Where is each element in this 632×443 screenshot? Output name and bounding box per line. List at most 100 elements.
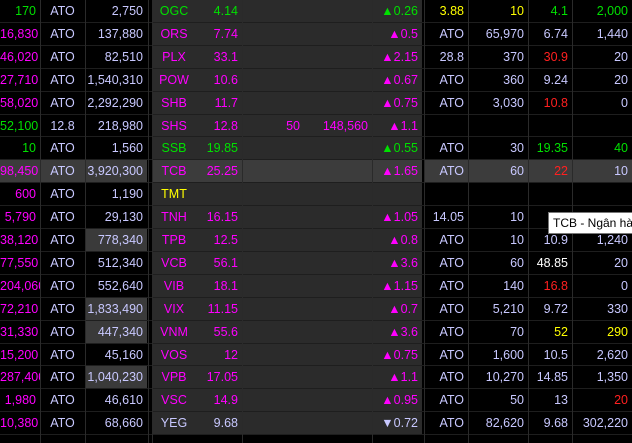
high-price-cell: 6.74: [543, 26, 568, 41]
table-row[interactable]: 77,550 ATO 512,340 VCB 56.1 ▲3.6 ATO 60 48.85 20: [0, 251, 632, 274]
price-cell: 19.85: [196, 137, 242, 160]
bid-volume-cell: 148,560: [304, 114, 372, 137]
symbol-cell[interactable]: VCB: [152, 251, 196, 274]
ask-price-cell: [424, 183, 468, 205]
symbol-cell[interactable]: VPB: [152, 366, 196, 389]
table-row[interactable]: 287,400 ATO 1,040,230VPB17.05 ▲1.1 ATO 10,270…: [0, 366, 632, 389]
prev-volume-cell: 77,550: [0, 255, 39, 270]
change-cell: ▲0.5: [372, 22, 422, 45]
total-volume-cell: 29,130: [104, 210, 143, 225]
symbol-cell[interactable]: TCB: [152, 160, 196, 183]
last-volume-cell: 20: [614, 49, 628, 64]
bid-price-cell: [242, 22, 304, 45]
last-volume-cell: 10: [572, 160, 632, 183]
last-volume-cell: [572, 183, 632, 205]
bid-volume-cell: [304, 160, 372, 183]
table-row[interactable]: 10 ATO 1,560 SSB 19.85 ▲0.55 ATO 30 19.35 40: [0, 137, 632, 160]
ask-volume-cell: 140: [503, 278, 524, 293]
change-cell: [372, 183, 422, 206]
ask-price-cell: ATO: [439, 347, 464, 362]
symbol-cell[interactable]: OGC: [152, 0, 196, 22]
bid-volume-cell: [304, 45, 372, 68]
total-volume-cell: 1,560: [111, 141, 143, 156]
table-row[interactable]: 1,980 ATO 46,610 VSC 14.9 ▲0.95 ATO 50 13 20: [0, 389, 632, 412]
change-cell: ▲1.65: [372, 160, 422, 183]
table-row[interactable]: 170 ATO 2,750 OGC 4.14 ▲0.26 3.88 10 4.1 2,000: [0, 0, 632, 22]
symbol-cell[interactable]: SSB: [152, 137, 196, 160]
symbol-cell[interactable]: VIB: [152, 274, 196, 297]
bid-price-cell: [242, 412, 304, 435]
table-row[interactable]: 10,380 ATO 68,660 YEG 9.68 ▼0.72 ATO 82,620 9.68…: [0, 412, 632, 435]
change-cell: ▲1.05: [372, 206, 422, 229]
bid-volume-cell: [304, 68, 372, 91]
change-cell: ▲3.6: [372, 320, 422, 343]
last-volume-cell: 20: [614, 72, 628, 87]
ask-price-cell: ATO: [439, 393, 464, 408]
total-volume-cell: 2,750: [111, 4, 143, 18]
bid-volume-cell: [304, 412, 372, 435]
total-volume-cell: 3,920,300: [85, 160, 147, 183]
total-volume-cell: 1,190: [111, 187, 143, 202]
last-volume-cell: 0: [621, 95, 628, 110]
symbol-cell[interactable]: TPB: [152, 229, 196, 251]
symbol-cell[interactable]: POW: [152, 68, 196, 91]
symbol-cell[interactable]: VOS: [152, 343, 196, 366]
table-row[interactable]: 5,790ATO29,130TNH16.15▲1.0514.05101: [0, 206, 632, 229]
ask-price-cell: ATO: [439, 324, 464, 339]
bid-price-cell: [242, 320, 304, 343]
bid-price-cell: [242, 251, 304, 274]
symbol-cell[interactable]: YEG: [152, 412, 196, 435]
symbol-cell[interactable]: TNH: [152, 206, 196, 229]
table-row[interactable]: 46,020 ATO 82,510 PLX 33.1 ▲2.15 28.8 370 30.9 20: [0, 45, 632, 68]
price-cell: 4.14: [196, 0, 242, 22]
symbol-cell[interactable]: SHS: [152, 114, 196, 137]
price-cell: 17.05: [196, 366, 242, 389]
prev-volume-cell: 170: [15, 4, 36, 18]
symbol-cell[interactable]: ORS: [152, 22, 196, 45]
symbol-cell[interactable]: SHB: [152, 91, 196, 114]
symbol-cell[interactable]: PLX: [152, 45, 196, 68]
total-volume-cell: 512,340: [97, 255, 143, 270]
prev-match-cell: ATO: [50, 26, 75, 41]
table-row[interactable]: 58,020 ATO 2,292,290 SHB 11.7 ▲0.75 ATO 3,030 10…: [0, 91, 632, 114]
change-cell: ▲0.75: [372, 343, 422, 366]
prev-volume-cell: 287,400: [0, 370, 40, 385]
table-row[interactable]: 27,710 ATO 1,540,310 POW 10.6 ▲0.67 ATO 360 9.24…: [0, 68, 632, 91]
table-row[interactable]: 15,200 ATO 45,160 VOS 12 ▲0.75 ATO 1,600 10.5 2,6…: [0, 343, 632, 366]
ask-volume-cell: 50: [510, 393, 524, 408]
table-row[interactable]: 600 ATO 1,190 TMT: [0, 183, 632, 206]
table-row[interactable]: 52,100 12.8 218,980 SHS 12.8 50 148,560 ▲1.1: [0, 114, 632, 137]
high-price-cell: 10.8: [543, 95, 568, 110]
table-row[interactable]: 204,060 ATO 552,640 VIB18.1 ▲1.15 ATO 140 16.8 0: [0, 274, 632, 297]
bid-volume-cell: [304, 0, 372, 22]
bid-volume-cell: [304, 274, 372, 297]
symbol-cell[interactable]: VNM: [152, 320, 196, 343]
symbol-cell[interactable]: TMT: [152, 183, 196, 206]
ask-price-cell: ATO: [439, 141, 464, 156]
change-cell: ▲0.95: [372, 389, 422, 412]
total-volume-cell: 45,160: [104, 347, 143, 362]
total-volume-cell: 1,040,230: [85, 366, 147, 389]
ask-volume-cell: 60: [468, 160, 528, 183]
symbol-cell[interactable]: VIX: [152, 297, 196, 320]
prev-match-cell: ATO: [50, 187, 75, 202]
prev-volume-cell: 27,710: [0, 72, 39, 87]
table-row[interactable]: 72,210 ATO 1,833,490 VIX 11.15 ▲0.7 ATO 5,210 9.…: [0, 297, 632, 320]
price-cell: 12.8: [196, 114, 242, 137]
ask-volume-cell: 30: [510, 141, 524, 156]
price-cell: 18.1: [196, 274, 242, 297]
symbol-cell[interactable]: VSC: [152, 389, 196, 412]
table-row[interactable]: 16,830 ATO 137,880 ORS 7.74 ▲0.5 ATO 65,970 6.74…: [0, 22, 632, 45]
price-cell: 25.25: [196, 160, 242, 183]
price-cell: 9.68: [196, 412, 242, 435]
table-row[interactable]: 31,330 ATO 447,340 VNM 55.6 ▲3.6 ATO 70 52 290: [0, 320, 632, 343]
bid-price-cell: 50: [242, 114, 304, 137]
table-row[interactable]: 98,450 ATO 3,920,300 TCB 25.25 ▲1.65 ATO 60 22 10: [0, 160, 632, 183]
column-divider: [40, 0, 41, 443]
prev-match-cell: ATO: [50, 141, 75, 156]
change-cell: ▼0.72: [372, 412, 422, 435]
price-cell: 55.6: [196, 320, 242, 343]
table-row[interactable]: 38,120 ATO 778,340 TPB 12.5 ▲0.8 ATO 10 10.9 1,24…: [0, 229, 632, 251]
bid-price-cell: [242, 160, 304, 183]
bid-volume-cell: [304, 389, 372, 412]
